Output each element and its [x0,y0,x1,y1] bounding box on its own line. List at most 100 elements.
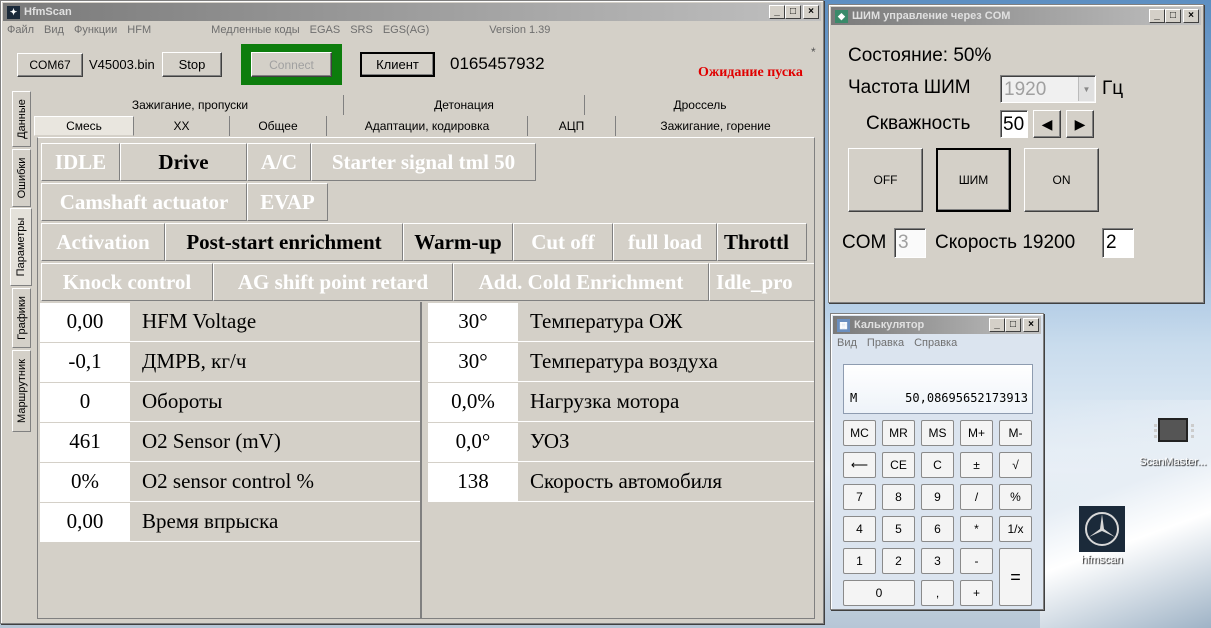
menu-edit[interactable]: Правка [867,337,904,349]
status-text: Ожидание пуска [698,65,803,80]
chip-icon [1154,418,1194,442]
backspace-button[interactable]: ⟵ [843,452,876,478]
duty-input[interactable]: 50 [1000,110,1028,138]
tab-ignition-combustion[interactable]: Зажигание, горение [616,116,815,136]
menu-bar: Файл Вид Функции HFM Медленные коды EGAS… [1,21,823,39]
frequency-select[interactable]: 1920 ▼ [1000,75,1096,103]
digit-9-button[interactable]: 9 [921,484,954,510]
calculator-titlebar[interactable]: ▦ Калькулятор _ □ × [833,316,1041,334]
off-button[interactable]: OFF [848,148,923,212]
c-button[interactable]: C [921,452,954,478]
close-button[interactable]: × [1023,318,1039,332]
value-cell: 138 [428,462,518,501]
minimize-button[interactable]: _ [769,5,785,19]
asterisk-mark: * [811,45,816,59]
value-cell: -0,1 [40,342,130,381]
table-row: 0,00 HFM Voltage [40,302,420,342]
divide-button[interactable]: / [960,484,993,510]
menu-view[interactable]: Вид [837,337,857,349]
tab-throttle[interactable]: Дроссель [585,95,815,115]
tab-row-bottom: Смесь XX Общее Адаптации, кодировка АЦП … [34,116,815,136]
menu-egs[interactable]: EGS(AG) [383,24,429,36]
tab-knock[interactable]: Детонация [344,95,585,115]
digit-0-button[interactable]: 0 [843,580,915,606]
vtab-data[interactable]: Данные [12,91,31,147]
tab-adc[interactable]: АЦП [528,116,616,136]
digit-5-button[interactable]: 5 [882,516,915,542]
ms-button[interactable]: MS [921,420,954,446]
minimize-button[interactable]: _ [1149,9,1165,23]
table-row: 0,00 Время впрыска [40,502,420,542]
maximize-button[interactable]: □ [785,5,801,19]
tab-mixture[interactable]: Смесь [34,116,134,136]
vtab-parameters[interactable]: Параметры [10,208,32,286]
flag-evap: EVAP [247,183,328,221]
com-port-button[interactable]: COM67 [17,53,83,77]
close-button[interactable]: × [803,5,819,19]
percent-button[interactable]: % [999,484,1032,510]
maximize-button[interactable]: □ [1005,318,1021,332]
plus-minus-button[interactable]: ± [960,452,993,478]
menu-file[interactable]: Файл [7,24,34,36]
decimal-button[interactable]: , [921,580,954,606]
mc-button[interactable]: MC [843,420,876,446]
label-cell: O2 sensor control % [130,462,420,501]
equals-button[interactable]: = [999,548,1032,606]
flag-cutoff: Cut off [513,223,613,261]
digit-4-button[interactable]: 4 [843,516,876,542]
m-minus-button[interactable]: M- [999,420,1032,446]
vtab-graphs[interactable]: Графики [12,288,31,348]
tab-adaptations[interactable]: Адаптации, кодировка [327,116,528,136]
minimize-button[interactable]: _ [989,318,1005,332]
chevron-down-icon[interactable]: ▼ [1078,77,1094,101]
tab-idle[interactable]: XX [134,116,230,136]
close-button[interactable]: × [1183,9,1199,23]
digit-1-button[interactable]: 1 [843,548,876,574]
pwm-titlebar[interactable]: ◆ ШИМ управление через COM _ □ × [831,7,1201,25]
digit-7-button[interactable]: 7 [843,484,876,510]
pwm-button[interactable]: ШИМ [936,148,1011,212]
reciprocal-button[interactable]: 1/x [999,516,1032,542]
sqrt-button[interactable]: √ [999,452,1032,478]
desktop-icon-scanmaster[interactable]: ScanMaster... [1138,418,1208,468]
com-input[interactable]: 3 [894,228,926,258]
connect-button[interactable]: Connect [251,52,332,77]
on-button[interactable]: ON [1024,148,1099,212]
m-plus-button[interactable]: M+ [960,420,993,446]
parameter-panel: IDLE Drive A/C Starter signal tml 50 Cam… [37,137,815,619]
table-row: 30° Температура ОЖ [428,302,814,342]
plus-button[interactable]: + [960,580,993,606]
digit-6-button[interactable]: 6 [921,516,954,542]
label-cell: HFM Voltage [130,302,420,341]
menu-help[interactable]: Справка [914,337,957,349]
table-row: 0,0° УОЗ [428,422,814,462]
vtab-trip[interactable]: Маршрутник [12,350,31,432]
menu-hfm[interactable]: HFM [127,24,151,36]
stop-button[interactable]: Stop [162,52,222,77]
multiply-button[interactable]: * [960,516,993,542]
mr-button[interactable]: MR [882,420,915,446]
digit-2-button[interactable]: 2 [882,548,915,574]
menu-view[interactable]: Вид [44,24,64,36]
menu-srs[interactable]: SRS [350,24,373,36]
flag-starter: Starter signal tml 50 [311,143,536,181]
frequency-value: 1920 [1004,79,1047,100]
menu-slow-codes[interactable]: Медленные коды [211,24,299,36]
ce-button[interactable]: CE [882,452,915,478]
digit-3-button[interactable]: 3 [921,548,954,574]
menu-egas[interactable]: EGAS [310,24,341,36]
menu-functions[interactable]: Функции [74,24,117,36]
minus-button[interactable]: - [960,548,993,574]
hfmscan-titlebar[interactable]: ✦ HfmScan _ □ × [3,3,821,21]
digit-8-button[interactable]: 8 [882,484,915,510]
vtab-errors[interactable]: Ошибки [12,149,31,207]
mercedes-star-icon [1079,506,1125,552]
maximize-button[interactable]: □ [1165,9,1181,23]
desktop-icon-hfmscan[interactable]: hfmscan [1072,506,1132,566]
duty-increase-button[interactable]: ▶ [1066,110,1094,138]
tab-general[interactable]: Общее [230,116,327,136]
client-button[interactable]: Клиент [360,52,435,77]
speed-input[interactable]: 2 [1102,228,1134,258]
duty-decrease-button[interactable]: ◀ [1033,110,1061,138]
tab-ignition-misfire[interactable]: Зажигание, пропуски [37,95,344,115]
